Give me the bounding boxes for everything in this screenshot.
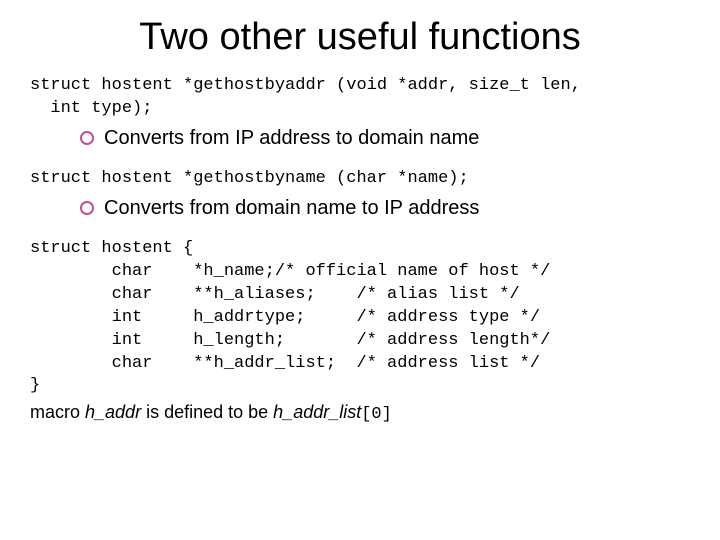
macro-line: macro h_addr is defined to be h_addr_lis… bbox=[30, 402, 690, 424]
slide: Two other useful functions struct hosten… bbox=[0, 0, 720, 540]
bullet-fn2: Converts from domain name to IP address bbox=[80, 197, 690, 220]
bullet-icon bbox=[80, 201, 94, 215]
macro-mid: is defined to be bbox=[141, 402, 273, 422]
macro-listpre: h_addr_list bbox=[273, 402, 361, 422]
struct-block: struct hostent { char *h_name;/* officia… bbox=[30, 238, 690, 425]
macro-pre: macro bbox=[30, 402, 85, 422]
macro-haddr: h_addr bbox=[85, 402, 141, 422]
bullet-fn1: Converts from IP address to domain name bbox=[80, 127, 690, 150]
bullet-icon bbox=[80, 131, 94, 145]
bullet-fn2-text: Converts from domain name to IP address bbox=[104, 197, 479, 220]
code-gethostbyname: struct hostent *gethostbyname (char *nam… bbox=[30, 168, 690, 191]
slide-title: Two other useful functions bbox=[30, 16, 690, 59]
macro-idx: [0] bbox=[361, 405, 392, 424]
code-struct-hostent: struct hostent { char *h_name;/* officia… bbox=[30, 238, 690, 399]
bullet-fn1-text: Converts from IP address to domain name bbox=[104, 127, 479, 150]
code-gethostbyaddr: struct hostent *gethostbyaddr (void *add… bbox=[30, 75, 690, 121]
